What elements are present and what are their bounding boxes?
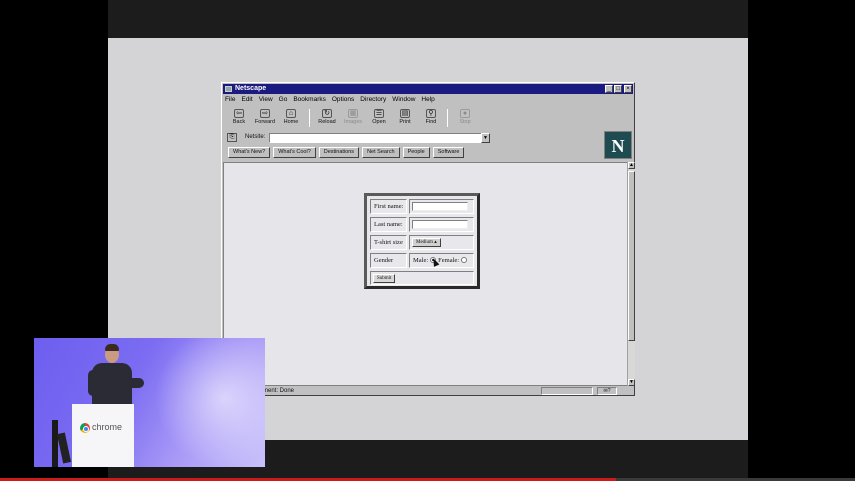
submit-button[interactable]: Submit [373,274,396,283]
page-content: First name: Last name: T-shirt size Medi… [223,162,627,386]
chrome-logo-icon [80,423,90,433]
female-radio[interactable] [461,257,468,263]
open-button[interactable]: ☰ Open [367,107,391,129]
home-label: Home [283,119,299,125]
last-name-label: Last name: [370,217,407,232]
location-label: Netsite: [245,134,266,140]
people-button[interactable]: People [402,147,430,158]
minimize-icon[interactable]: _ [605,85,613,93]
whats-new-button[interactable]: What's New? [228,147,271,158]
whats-cool-button[interactable]: What's Cool? [273,147,316,158]
tshirt-size-select[interactable]: Medium ▴ [412,238,441,247]
speaker-hair [105,344,119,351]
location-dropdown-icon[interactable]: ▼ [481,133,490,143]
menu-window[interactable]: Window [392,96,415,105]
mail-icon[interactable]: ✉? [597,387,617,395]
menu-options[interactable]: Options [332,96,354,105]
home-icon: ⌂ [286,109,296,118]
toolbar-separator [447,109,448,127]
menu-edit[interactable]: Edit [241,96,252,105]
window-titlebar[interactable]: Netscape _ □ × [223,84,633,94]
print-button[interactable]: ▤ Print [393,107,417,129]
images-icon: ▦ [348,109,358,118]
window-title: Netscape [235,85,267,92]
location-input[interactable] [269,133,483,143]
vertical-scrollbar[interactable]: ▲ ▼ [627,162,635,386]
netscape-app-icon [225,86,232,92]
print-label: Print [399,119,411,125]
status-text: ment: Done [263,388,295,394]
gender-label: Gender [370,253,407,268]
reload-icon: ↻ [322,109,332,118]
menu-bar: File Edit View Go Bookmarks Options Dire… [225,96,441,105]
reload-button[interactable]: ↻ Reload [315,107,339,129]
last-name-input[interactable] [412,220,468,229]
stop-label: Stop [459,119,471,125]
submit-row: Submit [370,271,474,285]
forward-label: Forward [254,119,276,125]
first-name-label: First name: [370,199,407,214]
find-label: Find [425,119,437,125]
menu-directory[interactable]: Directory [360,96,386,105]
menu-file[interactable]: File [225,96,235,105]
images-label: Images [343,119,363,125]
open-label: Open [372,119,386,125]
menu-view[interactable]: View [259,96,273,105]
reload-label: Reload [318,119,336,125]
netscape-window: Netscape _ □ × File Edit View Go Bookmar… [221,82,635,396]
menu-help[interactable]: Help [421,96,434,105]
forward-arrow-icon: ⇨ [260,109,270,118]
bookmark-page-icon[interactable]: ⎘ [227,133,237,142]
podium [72,404,134,467]
video-letterbox-top [108,0,748,38]
home-button[interactable]: ⌂ Home [279,107,303,129]
first-name-input[interactable] [412,202,468,211]
gender-cell: Male: Female: [409,253,474,268]
mic-stand [56,432,72,464]
stage-light [154,338,265,467]
stop-button[interactable]: ● Stop [453,107,477,129]
male-label: Male: [413,257,429,264]
scroll-down-icon[interactable]: ▼ [628,379,635,386]
stop-icon: ● [460,109,470,118]
tshirt-size-label: T-shirt size [370,235,407,250]
menu-bookmarks[interactable]: Bookmarks [293,96,326,105]
toolbar-separator [309,109,310,127]
netscape-logo: N [604,131,632,159]
video-frame: Netscape _ □ × File Edit View Go Bookmar… [0,0,855,481]
scroll-up-icon[interactable]: ▲ [628,162,635,169]
speaker-arm [126,378,144,388]
back-arrow-icon: ⇦ [234,109,244,118]
net-search-button[interactable]: Net Search [362,147,400,158]
back-button[interactable]: ⇦ Back [227,107,251,129]
software-button[interactable]: Software [432,147,465,158]
navigation-toolbar: ⇦ Back ⇨ Forward ⌂ Home ↻ Reload ▦ Images ☰ Op… [225,107,631,129]
mic-stand [52,420,58,467]
select-arrow-icon: ▴ [434,240,437,245]
status-bar: ment: Done ✉? [223,387,633,395]
last-name-cell [409,217,474,232]
directory-buttons: What's New? What's Cool? Destinations Ne… [228,147,467,158]
print-icon: ▤ [400,109,410,118]
menu-go[interactable]: Go [279,96,288,105]
find-icon: ⚲ [426,109,436,118]
close-icon[interactable]: × [624,85,632,93]
female-label: Female: [438,257,460,264]
chrome-brand-text: chrome [92,422,123,432]
maximize-icon[interactable]: □ [614,85,622,93]
status-field [541,387,593,395]
open-icon: ☰ [374,109,384,118]
images-button[interactable]: ▦ Images [341,107,365,129]
forward-button[interactable]: ⇨ Forward [253,107,277,129]
order-form-table: First name: Last name: T-shirt size Medi… [364,193,480,289]
first-name-cell [409,199,474,214]
destinations-button[interactable]: Destinations [318,147,360,158]
location-bar: ⎘ Netsite: ▼ [225,132,605,144]
find-button[interactable]: ⚲ Find [419,107,443,129]
back-label: Back [232,119,246,125]
tshirt-size-cell: Medium ▴ [409,235,474,250]
scroll-thumb[interactable] [628,171,635,341]
tshirt-size-value: Medium [416,240,433,245]
speaker-video-inset: chrome [34,338,265,467]
